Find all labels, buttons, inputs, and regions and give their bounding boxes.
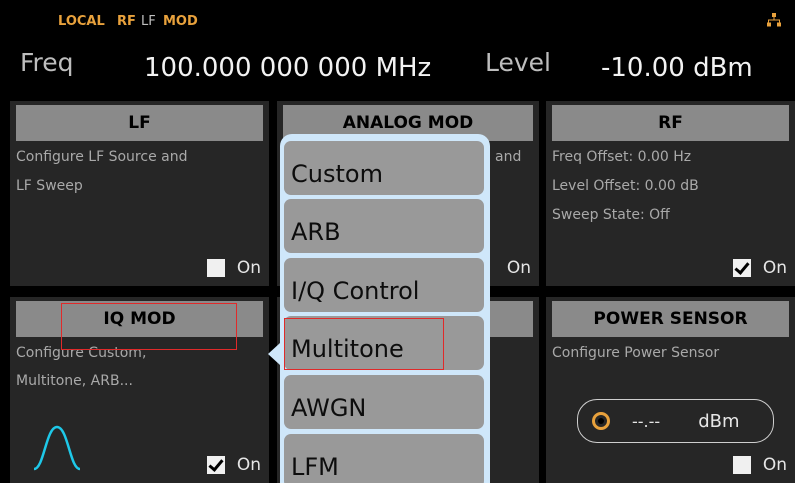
- status-local: LOCAL: [58, 14, 105, 29]
- network-icon: [767, 13, 781, 27]
- level-value[interactable]: -10.00 dBm: [601, 53, 753, 83]
- tile-description: Configure LF Source and LF Sweep: [16, 143, 187, 201]
- power-unit: dBm: [698, 410, 740, 432]
- menu-item-lfm[interactable]: LFM: [284, 434, 484, 483]
- menu-item-awgn[interactable]: AWGN: [284, 375, 484, 429]
- freq-value[interactable]: 100.000 000 000 MHz: [144, 53, 431, 83]
- status-rf: RF: [117, 14, 136, 29]
- power-value: --.--: [632, 411, 661, 431]
- analog-mod-on-toggle[interactable]: On: [507, 258, 531, 278]
- checkbox-checked[interactable]: [732, 259, 751, 277]
- freq-label: Freq: [20, 48, 74, 77]
- tile-desc-line: Sweep State: Off: [552, 207, 670, 223]
- lf-on-toggle[interactable]: On: [206, 258, 261, 278]
- tile-title: RF: [552, 105, 789, 141]
- sensor-status-icon: [592, 412, 610, 430]
- on-label: On: [762, 258, 787, 278]
- header-bar: LOCAL RF LF MOD Freq 100.000 000 000 MHz…: [0, 0, 795, 98]
- on-label: On: [506, 258, 531, 278]
- on-label: On: [236, 258, 261, 278]
- status-lf: LF: [141, 14, 156, 29]
- menu-item-arb[interactable]: ARB: [284, 199, 484, 253]
- tile-desc-line: Level Offset: 0.00 dB: [552, 178, 699, 194]
- tile-desc-line: LF Sweep: [16, 178, 83, 194]
- menu-item-iq-control[interactable]: I/Q Control: [284, 258, 484, 312]
- power-sensor-on-toggle[interactable]: On: [732, 455, 787, 475]
- iq-mod-highlight-box: [61, 303, 237, 350]
- tile-title: LF: [16, 105, 263, 141]
- tile-desc-peek: and: [495, 149, 522, 165]
- on-label: On: [762, 455, 787, 475]
- tile-desc-line: Configure LF Source and: [16, 149, 188, 165]
- checkbox[interactable]: [732, 456, 751, 474]
- tile-desc-line: Configure Power Sensor: [552, 345, 720, 361]
- tile-desc-line: Freq Offset: 0.00 Hz: [552, 149, 692, 165]
- checkbox-checked[interactable]: [206, 456, 225, 474]
- popup-pointer: [268, 343, 280, 365]
- tile-lf[interactable]: LF Configure LF Source and LF Sweep On: [10, 101, 269, 286]
- checkbox[interactable]: [206, 259, 225, 277]
- level-label: Level: [485, 48, 551, 77]
- tile-desc-line: Multitone, ARB...: [16, 373, 133, 389]
- on-label: On: [236, 455, 261, 475]
- sine-wave-icon: [33, 425, 81, 471]
- menu-item-custom[interactable]: Custom: [284, 141, 484, 195]
- power-reading[interactable]: --.-- dBm: [577, 399, 774, 443]
- tile-description: Configure Power Sensor: [552, 339, 719, 368]
- tile-power-sensor[interactable]: POWER SENSOR Configure Power Sensor --.-…: [546, 297, 795, 483]
- status-mod: MOD: [163, 14, 198, 29]
- iq-mod-on-toggle[interactable]: On: [206, 455, 261, 475]
- iq-mod-popup-menu: Custom ARB I/Q Control Multitone AWGN LF…: [280, 134, 490, 483]
- tile-rf[interactable]: RF Freq Offset: 0.00 Hz Level Offset: 0.…: [546, 101, 795, 286]
- rf-on-toggle[interactable]: On: [732, 258, 787, 278]
- tile-title: POWER SENSOR: [552, 301, 789, 337]
- multitone-highlight-box: [284, 318, 444, 370]
- tile-description: Freq Offset: 0.00 Hz Level Offset: 0.00 …: [552, 143, 699, 230]
